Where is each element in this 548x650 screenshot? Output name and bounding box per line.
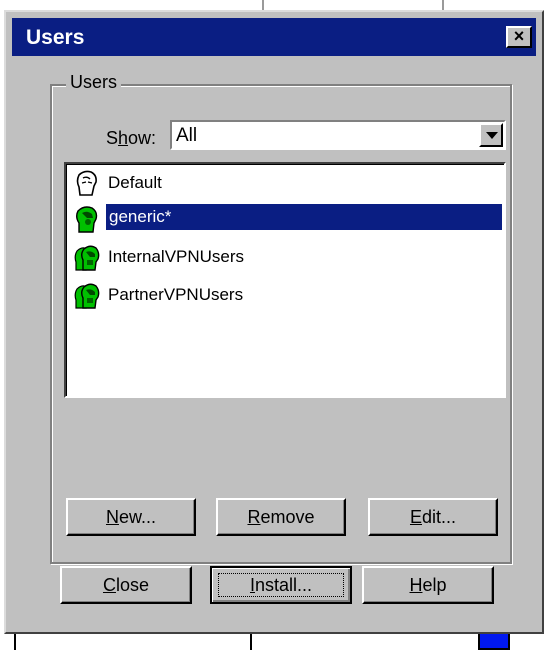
user-name: InternalVPNUsers xyxy=(108,247,245,266)
show-filter-value: All xyxy=(176,125,198,146)
user-group-icon xyxy=(74,243,100,271)
users-dialog: Users × Users Show: All Default generic*… xyxy=(4,10,544,634)
remove-button[interactable]: Remove xyxy=(216,498,346,536)
user-group-icon xyxy=(74,281,100,309)
list-item-internalvpnusers[interactable]: InternalVPNUsers xyxy=(72,240,502,274)
groupbox-label: Users xyxy=(66,72,122,93)
edit-button[interactable]: Edit... xyxy=(368,498,498,536)
users-list[interactable]: Default generic* InternalVPNUsers Partne… xyxy=(64,162,506,398)
title-bar[interactable]: Users × xyxy=(12,18,536,56)
show-label: Show: xyxy=(106,128,157,148)
user-icon xyxy=(74,205,100,233)
background-cell xyxy=(14,634,96,650)
background-cell xyxy=(250,634,292,650)
user-name: generic* xyxy=(106,204,502,230)
chevron-down-icon[interactable] xyxy=(479,123,503,147)
user-name: PartnerVPNUsers xyxy=(108,285,244,304)
list-item-partnervpnusers[interactable]: PartnerVPNUsers xyxy=(72,278,502,312)
background-app-blue-block xyxy=(478,632,510,650)
help-button[interactable]: Help xyxy=(362,566,494,604)
install-button[interactable]: Install... xyxy=(210,566,352,604)
show-filter-dropdown[interactable]: All xyxy=(170,120,506,150)
close-window-button[interactable]: × xyxy=(506,26,532,48)
close-button[interactable]: Close xyxy=(60,566,192,604)
default-user-icon xyxy=(74,169,100,197)
user-name: Default xyxy=(108,173,162,192)
list-item-default[interactable]: Default xyxy=(72,166,502,200)
focus-rectangle xyxy=(218,573,344,597)
window-title: Users xyxy=(26,26,85,49)
new-button[interactable]: New... xyxy=(66,498,196,536)
list-item-generic[interactable]: generic* xyxy=(72,202,502,236)
users-groupbox: Users Show: All Default generic* Interna… xyxy=(50,72,512,564)
